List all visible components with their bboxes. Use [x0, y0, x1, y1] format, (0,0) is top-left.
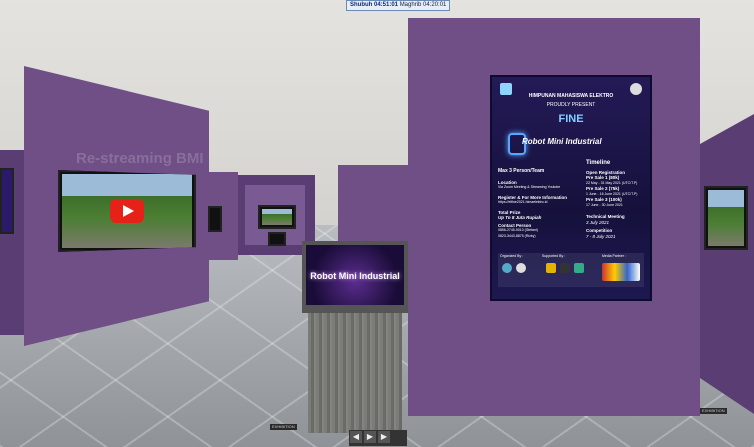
- kiosk-stand: [308, 313, 402, 433]
- left-edge-screen[interactable]: [0, 168, 14, 234]
- left-wall-title: Re-streaming BMI: [76, 150, 204, 167]
- youtube-play-icon[interactable]: [110, 199, 144, 223]
- left-youtube-video[interactable]: [58, 170, 196, 252]
- sponsor-logo-3: [574, 263, 584, 273]
- location-value: Via Zoom Meeting & Streaming Youtube: [498, 185, 561, 189]
- floor-sign-right: EXHIBITION: [700, 408, 727, 414]
- previous-button[interactable]: ◀: [350, 431, 362, 443]
- timer-left: Shubuh 04:51:01: [350, 2, 399, 8]
- organizer-logo-1: [502, 263, 512, 273]
- tech-meeting-date: 3 July 2021: [586, 219, 610, 225]
- media-partner-logo: [602, 263, 640, 281]
- sponsor-logo-2: [560, 263, 570, 273]
- small-pillar-screen[interactable]: [268, 232, 286, 246]
- far-video-screen[interactable]: [258, 205, 296, 229]
- timer-right: Maghrib 04:20:01: [399, 2, 447, 8]
- right-edge-wall: [700, 114, 754, 414]
- poster-title: Robot Mini Industrial: [522, 137, 602, 146]
- presale-3-date: 17 June - 30 June 2021: [586, 202, 623, 207]
- sponsor-logo-1: [546, 263, 556, 273]
- poster-event-logo: FINE: [558, 113, 584, 125]
- timeline-label: Timeline: [586, 160, 611, 166]
- middle-left-screen[interactable]: [208, 206, 222, 232]
- organized-by-label: Organized By :: [500, 254, 524, 258]
- supported-by-label: Supported By :: [542, 254, 566, 258]
- right-edge-video: [708, 190, 744, 246]
- poster-left-column: Max 3 Person/Team Location Via Zoom Meet…: [498, 168, 578, 239]
- far-video-frame: [262, 209, 292, 225]
- play-button[interactable]: ▶: [364, 431, 376, 443]
- virtual-exhibition-scene[interactable]: Re-streaming BMI Robot Mini Industrial H…: [0, 0, 754, 447]
- floor-sign-center: EXHIBITION: [270, 424, 297, 430]
- sponsor-strip: Organized By : Supported By : Media Part…: [498, 253, 644, 287]
- organizer-logo-2: [516, 263, 526, 273]
- kiosk-display[interactable]: Robot Mini Industrial: [306, 245, 404, 305]
- register-url: https://elfine2021.himaelektro.id: [498, 200, 548, 204]
- poster-org-line: HIMPUNAN MAHASISWA ELEKTRO: [528, 93, 614, 99]
- next-button[interactable]: ▶: [378, 431, 390, 443]
- team-info: Max 3 Person/Team: [498, 168, 545, 174]
- poster-present-line: PROUDLY PRESENT: [546, 102, 596, 108]
- media-partner-label: Media Partner :: [602, 254, 626, 258]
- prize-value: Up To 8 Juta Rupiah: [498, 215, 542, 220]
- prayer-time-bar: Shubuh 04:51:01 Maghrib 04:20:01: [346, 0, 451, 11]
- media-controls: ◀ ▶ ▶: [349, 430, 407, 446]
- robot-kiosk[interactable]: Robot Mini Industrial: [302, 241, 408, 433]
- event-poster[interactable]: HIMPUNAN MAHASISWA ELEKTRO PROUDLY PRESE…: [490, 75, 652, 301]
- kiosk-display-frame: Robot Mini Industrial: [302, 241, 408, 313]
- competition-date: 7 - 8 July 2021: [586, 233, 616, 239]
- kiosk-display-text: Robot Mini Industrial: [310, 271, 400, 281]
- right-edge-screen[interactable]: [704, 186, 748, 250]
- poster-right-column: Timeline Open Registration Pre Sale 1 (8…: [586, 160, 648, 239]
- contact-2: 0823-3443-8875 (Rizky): [498, 233, 536, 238]
